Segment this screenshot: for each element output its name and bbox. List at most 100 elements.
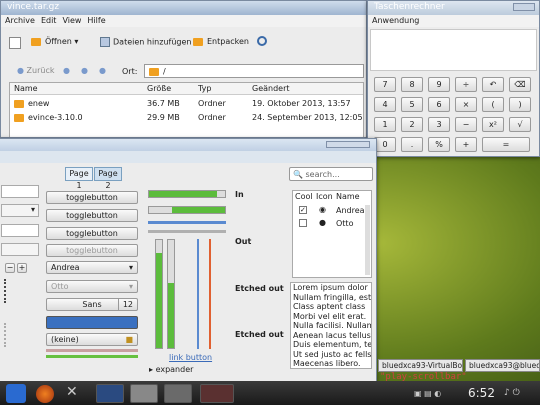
calc-key[interactable]: √ xyxy=(509,117,531,132)
column-type[interactable]: Typ xyxy=(198,84,211,93)
vertical-scale[interactable] xyxy=(197,239,199,349)
left-entry-2[interactable] xyxy=(1,224,39,237)
add-files-label: Dateien hinzufügen xyxy=(113,37,192,47)
calc-key[interactable]: + xyxy=(455,137,477,152)
left-entry-3[interactable] xyxy=(1,243,39,256)
calc-key[interactable]: ⌫ xyxy=(509,77,531,92)
window-controls[interactable] xyxy=(513,3,535,11)
toggle-button[interactable]: togglebutton xyxy=(46,244,138,257)
calc-key[interactable]: = xyxy=(482,137,530,152)
calc-key[interactable]: % xyxy=(428,137,450,152)
open-button[interactable]: Öffnen ▾ xyxy=(31,37,78,46)
horizontal-scale[interactable] xyxy=(148,221,226,224)
left-combo[interactable]: ▾ xyxy=(1,204,39,217)
plus-button[interactable]: + xyxy=(17,263,27,273)
menu-archive[interactable]: Archive xyxy=(5,16,35,26)
calc-key[interactable]: ) xyxy=(509,97,531,112)
calc-key[interactable]: 9 xyxy=(428,77,450,92)
forward-icon[interactable]: ● xyxy=(63,66,70,75)
table-row[interactable]: evince-3.10.0 29.9 MB Ordner 24. Septemb… xyxy=(10,112,363,124)
vertical-scale[interactable] xyxy=(209,239,211,349)
settings-icon[interactable]: ✕ xyxy=(66,384,86,403)
terminal-task-button[interactable] xyxy=(96,384,124,403)
printer-task-button[interactable] xyxy=(130,384,158,403)
expander[interactable]: ▸ expander xyxy=(149,365,193,374)
font-button[interactable]: Sans 12 xyxy=(46,298,138,311)
archive-titlebar[interactable]: vince.tar.gz xyxy=(1,1,366,15)
demo-window-controls[interactable] xyxy=(326,141,370,148)
tab-page-1[interactable]: Page 1 xyxy=(65,167,93,190)
tab-page-2[interactable]: Page 2 xyxy=(94,167,122,190)
taskbar-window-item[interactable]: bluedxca93-VirtualBox... xyxy=(378,359,463,372)
text-line: Maecenas libero. xyxy=(293,359,361,368)
calc-key[interactable]: × xyxy=(455,97,477,112)
calculator-task-button[interactable] xyxy=(164,384,192,403)
row-name: evince-3.10.0 xyxy=(14,113,83,122)
table-row[interactable]: enew 36.7 MB Ordner 19. Oktober 2013, 13… xyxy=(10,98,363,110)
checkbox-checked[interactable]: ✓ xyxy=(299,206,307,214)
tray-icons[interactable]: ▣ ▤ ◐ xyxy=(414,389,462,399)
calc-key[interactable]: 1 xyxy=(374,117,396,132)
home-icon[interactable]: ● xyxy=(99,66,106,75)
taskbar-window-item[interactable]: bluedxca93@bluedx xyxy=(465,359,540,372)
calc-key[interactable]: ( xyxy=(482,97,504,112)
file-chooser-value: (keine) xyxy=(51,335,79,344)
left-entry-1[interactable] xyxy=(1,185,39,198)
calc-key[interactable]: 4 xyxy=(374,97,396,112)
calc-key[interactable]: 0 xyxy=(374,137,396,152)
column-modified[interactable]: Geändert xyxy=(252,84,290,93)
add-files-button[interactable]: Dateien hinzufügen xyxy=(100,37,191,47)
calc-key[interactable]: ↶ xyxy=(482,77,504,92)
toggle-button[interactable]: togglebutton xyxy=(46,209,138,222)
font-name: Sans xyxy=(82,300,102,309)
link-button[interactable]: link button xyxy=(169,353,212,362)
new-archive-icon[interactable] xyxy=(9,37,21,49)
menu-help[interactable]: Hilfe xyxy=(87,16,105,26)
demo-titlebar[interactable] xyxy=(0,139,376,151)
location-field[interactable]: / xyxy=(144,64,364,78)
add-files-icon xyxy=(100,37,110,47)
calc-key[interactable]: x² xyxy=(482,117,504,132)
horizontal-scale[interactable] xyxy=(148,230,226,233)
calc-key[interactable]: ÷ xyxy=(455,77,477,92)
calc-key[interactable]: 8 xyxy=(401,77,423,92)
menu-application[interactable]: Anwendung xyxy=(372,16,419,26)
tree-column-icon[interactable]: Icon xyxy=(316,192,333,201)
minus-button[interactable]: − xyxy=(5,263,15,273)
tree-scrollbar[interactable] xyxy=(365,205,370,275)
vertical-progress-bar xyxy=(155,239,163,349)
search-field[interactable]: 🔍 search... xyxy=(289,167,373,181)
color-button[interactable] xyxy=(46,316,138,329)
combo-andrea[interactable]: Andrea ▾ xyxy=(46,261,138,274)
firefox-icon[interactable] xyxy=(36,385,54,403)
archive-title: vince.tar.gz xyxy=(7,2,60,12)
calc-key[interactable]: 6 xyxy=(428,97,450,112)
tree-column-name[interactable]: Name xyxy=(336,192,360,201)
menu-view[interactable]: View xyxy=(62,16,81,26)
checkbox[interactable] xyxy=(299,219,307,227)
calc-key[interactable]: − xyxy=(455,117,477,132)
toggle-button[interactable]: togglebutton xyxy=(46,191,138,204)
text-view[interactable]: Lorem ipsum dolor Nullam fringilla, est … xyxy=(290,282,372,369)
toggle-button[interactable]: togglebutton xyxy=(46,227,138,240)
back-button[interactable]: ● Zurück xyxy=(17,66,54,75)
calculator-titlebar[interactable]: Taschenrechner xyxy=(368,1,539,15)
calc-key[interactable]: 5 xyxy=(401,97,423,112)
start-icon[interactable] xyxy=(6,384,26,403)
file-chooser-button[interactable]: (keine) ■ xyxy=(46,333,138,346)
menu-edit[interactable]: Edit xyxy=(41,16,57,26)
tree-column-cool[interactable]: Cool xyxy=(295,192,313,201)
calc-key[interactable]: . xyxy=(401,137,423,152)
column-size[interactable]: Größe xyxy=(147,84,171,93)
combo-otto[interactable]: Otto ▾ xyxy=(46,280,138,293)
calc-key[interactable]: 2 xyxy=(401,117,423,132)
up-icon[interactable]: ● xyxy=(81,66,88,75)
calc-key[interactable]: 3 xyxy=(428,117,450,132)
calc-key[interactable]: 7 xyxy=(374,77,396,92)
record-task-button[interactable] xyxy=(200,384,234,403)
vertical-progress-bar xyxy=(167,239,175,349)
volume-icon[interactable]: ♪ ⏻ xyxy=(504,388,520,398)
column-name[interactable]: Name xyxy=(14,84,38,93)
extract-button[interactable]: Entpacken xyxy=(193,37,249,46)
search-icon[interactable] xyxy=(257,36,267,46)
